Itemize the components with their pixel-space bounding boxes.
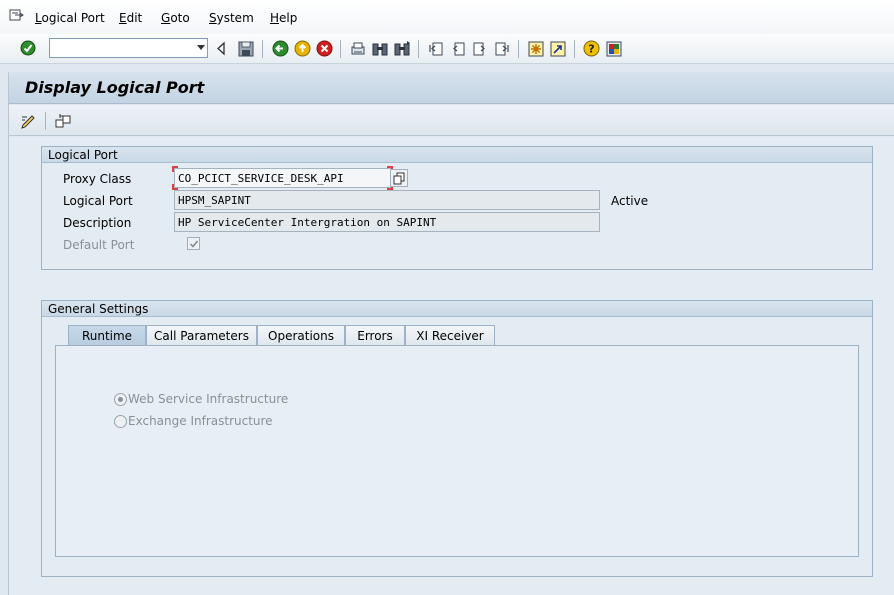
- radio-web-service-label: Web Service Infrastructure: [128, 392, 289, 406]
- group-title: Logical Port: [48, 148, 118, 162]
- application-toolbar: [9, 105, 894, 136]
- page-title: Display Logical Port: [25, 78, 205, 97]
- default-port-checkbox[interactable]: [187, 237, 200, 250]
- menu-help[interactable]: Help: [270, 11, 297, 25]
- screen-area: Display Logical Port Logical Port Proxy …: [8, 72, 894, 595]
- logical-port-label: Logical Port: [63, 194, 133, 208]
- logical-port-group: Logical Port Proxy Class CO_PCICT_SERVIC…: [41, 146, 873, 270]
- tab-runtime[interactable]: Runtime: [68, 325, 146, 345]
- help-icon[interactable]: ?: [583, 40, 600, 57]
- title-bar: Display Logical Port: [9, 72, 894, 104]
- cancel-icon[interactable]: [316, 40, 333, 57]
- toolbar-separator: [340, 40, 341, 58]
- command-field[interactable]: [49, 38, 208, 58]
- next-page-icon[interactable]: [472, 41, 488, 57]
- default-port-label: Default Port: [63, 238, 135, 252]
- find-icon[interactable]: [372, 41, 388, 57]
- description-field[interactable]: HP ServiceCenter Intergration on SAPINT: [174, 212, 600, 232]
- save-icon[interactable]: [238, 41, 254, 57]
- menu-bar: Logical Port Edit Goto System Help: [0, 0, 894, 34]
- description-label: Description: [63, 216, 132, 230]
- other-object-icon[interactable]: [55, 113, 72, 129]
- display-change-icon[interactable]: [21, 113, 38, 129]
- print-icon[interactable]: [350, 41, 366, 57]
- find-next-icon[interactable]: [394, 41, 410, 57]
- toolbar-separator: [418, 40, 419, 58]
- menu-goto[interactable]: Goto: [161, 11, 190, 25]
- tab-xi-receiver[interactable]: XI Receiver: [405, 325, 495, 345]
- menu-logical-port[interactable]: Logical Port: [35, 11, 105, 25]
- logical-port-field[interactable]: HPSM_SAPINT: [174, 190, 600, 210]
- tab-call-parameters[interactable]: Call Parameters: [146, 325, 257, 345]
- menu-system[interactable]: System: [209, 11, 254, 25]
- create-session-icon[interactable]: [528, 41, 544, 57]
- group-title: General Settings: [48, 302, 149, 316]
- radio-web-service[interactable]: [114, 393, 127, 406]
- proxy-class-field[interactable]: CO_PCICT_SERVICE_DESK_API: [174, 168, 391, 188]
- menu-edit[interactable]: Edit: [119, 11, 142, 25]
- enter-icon[interactable]: [20, 40, 36, 56]
- chevron-down-icon[interactable]: [197, 45, 205, 50]
- group-header: General Settings: [42, 301, 872, 317]
- back-icon[interactable]: [272, 40, 289, 57]
- shortcut-icon[interactable]: [550, 41, 566, 57]
- exit-icon[interactable]: [294, 40, 311, 57]
- command-input[interactable]: [52, 40, 190, 56]
- focus-corner: [172, 166, 178, 172]
- system-menu-icon[interactable]: [9, 9, 24, 22]
- toolbar-separator: [518, 40, 519, 58]
- first-page-icon[interactable]: [428, 41, 444, 57]
- toolbar-separator: [45, 112, 46, 130]
- group-header: Logical Port: [42, 147, 872, 163]
- svg-text:?: ?: [588, 43, 594, 56]
- general-settings-group: General Settings Runtime Call Parameters…: [41, 300, 873, 577]
- tab-errors[interactable]: Errors: [345, 325, 405, 345]
- checkmark-icon: [189, 240, 199, 248]
- tab-operations[interactable]: Operations: [257, 325, 345, 345]
- radio-exchange[interactable]: [114, 415, 127, 428]
- proxy-class-label: Proxy Class: [63, 172, 132, 186]
- last-page-icon[interactable]: [494, 41, 510, 57]
- tab-panel-runtime: Web Service Infrastructure Exchange Infr…: [55, 345, 859, 557]
- tab-strip: Runtime Call Parameters Operations Error…: [55, 325, 859, 347]
- previous-page-icon[interactable]: [450, 41, 466, 57]
- status-text: Active: [611, 194, 649, 208]
- toolbar-separator: [574, 40, 575, 58]
- toolbar-separator: [262, 40, 263, 58]
- standard-toolbar: ?: [0, 34, 894, 64]
- layout-icon[interactable]: [606, 41, 622, 57]
- radio-exchange-label: Exchange Infrastructure: [128, 414, 273, 428]
- back-nav-icon[interactable]: [215, 41, 227, 56]
- copy-icon[interactable]: [390, 169, 408, 187]
